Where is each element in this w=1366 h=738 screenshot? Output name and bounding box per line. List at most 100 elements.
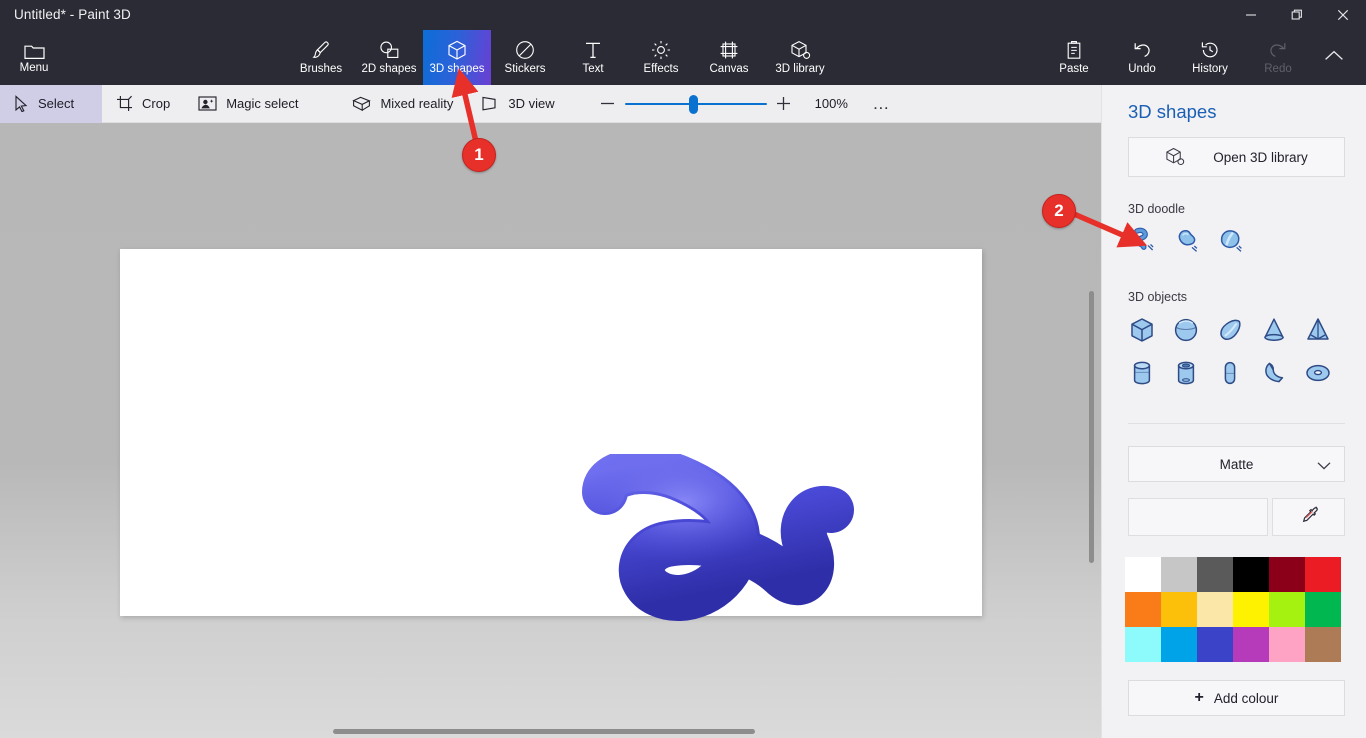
palette-swatch[interactable] xyxy=(1305,592,1341,627)
palette-swatch[interactable] xyxy=(1161,592,1197,627)
action-label: Paste xyxy=(1059,63,1088,76)
tab-3d-shapes[interactable]: 3D shapes xyxy=(423,30,491,85)
current-colour-swatch[interactable] xyxy=(1128,498,1268,536)
window-controls xyxy=(1228,0,1366,30)
canvas-icon xyxy=(719,39,739,61)
zoom-slider-thumb[interactable] xyxy=(689,95,698,114)
shape-cylinder-button[interactable] xyxy=(1120,351,1164,395)
shape-donut-button[interactable] xyxy=(1296,351,1340,395)
material-dropdown[interactable]: Matte xyxy=(1128,446,1345,482)
crop-icon xyxy=(116,95,133,112)
tab-canvas[interactable]: Canvas xyxy=(695,30,763,85)
action-label: Undo xyxy=(1128,63,1156,76)
shape-cube-button[interactable] xyxy=(1120,308,1164,352)
zoom-in-button[interactable] xyxy=(767,85,801,123)
palette-swatch[interactable] xyxy=(1233,592,1269,627)
panel-divider xyxy=(1128,423,1345,424)
shape-tube-button[interactable] xyxy=(1164,351,1208,395)
bent-tube-icon xyxy=(1260,359,1288,387)
open-3d-library-button[interactable]: Open 3D library xyxy=(1128,137,1345,177)
palette-swatch[interactable] xyxy=(1125,557,1161,592)
palette-swatch[interactable] xyxy=(1269,557,1305,592)
palette-swatch[interactable] xyxy=(1305,557,1341,592)
palette-swatch[interactable] xyxy=(1125,592,1161,627)
redo-button[interactable]: Redo xyxy=(1244,30,1312,85)
palette-swatch[interactable] xyxy=(1197,592,1233,627)
ribbon-tabs: Brushes 2D shapes 3D shapes Stickers xyxy=(287,30,837,85)
palette-swatch[interactable] xyxy=(1269,592,1305,627)
shape-sphere-button[interactable] xyxy=(1164,308,1208,352)
crop-tool-button[interactable]: Crop xyxy=(102,85,184,123)
tab-brushes[interactable]: Brushes xyxy=(287,30,355,85)
chevron-up-icon xyxy=(1324,49,1344,67)
window-title: Untitled* - Paint 3D xyxy=(14,7,131,22)
zoom-out-button[interactable] xyxy=(591,85,625,123)
restore-button[interactable] xyxy=(1274,0,1320,30)
3d-doodle-list xyxy=(1120,218,1252,262)
palette-swatch[interactable] xyxy=(1269,627,1305,662)
tube-icon xyxy=(1172,359,1200,387)
undo-icon xyxy=(1132,39,1152,61)
menu-label: Menu xyxy=(20,62,49,75)
close-button[interactable] xyxy=(1320,0,1366,30)
shape-pyramid-button[interactable] xyxy=(1296,308,1340,352)
palette-swatch[interactable] xyxy=(1125,627,1161,662)
tab-effects[interactable]: Effects xyxy=(627,30,695,85)
collapse-ribbon-button[interactable] xyxy=(1312,30,1356,85)
doodle-soft-edge-button[interactable] xyxy=(1164,218,1208,262)
title-bar: Untitled* - Paint 3D xyxy=(0,0,1366,30)
select-tool-button[interactable]: Select xyxy=(0,85,102,123)
more-options-button[interactable]: … xyxy=(865,85,899,123)
menu-button[interactable]: Menu xyxy=(8,30,60,85)
palette-swatch[interactable] xyxy=(1197,627,1233,662)
shape-capsule-button[interactable] xyxy=(1208,351,1252,395)
palette-swatch[interactable] xyxy=(1233,557,1269,592)
shape-bent-tube-button[interactable] xyxy=(1252,351,1296,395)
workspace[interactable] xyxy=(0,123,1101,738)
canvas-sheet[interactable] xyxy=(120,249,982,616)
3d-objects-row-2 xyxy=(1120,351,1340,395)
horizontal-scrollbar[interactable] xyxy=(333,729,755,734)
palette-swatch[interactable] xyxy=(1233,627,1269,662)
tab-label: Stickers xyxy=(505,63,546,76)
add-colour-button[interactable]: + Add colour xyxy=(1128,680,1345,716)
blue-3d-doodle-artwork[interactable] xyxy=(575,454,875,644)
minimize-button[interactable] xyxy=(1228,0,1274,30)
tab-2d-shapes[interactable]: 2D shapes xyxy=(355,30,423,85)
shape-cone-button[interactable] xyxy=(1252,308,1296,352)
cone-icon xyxy=(1260,316,1288,344)
zoom-slider[interactable] xyxy=(625,85,767,123)
tab-text[interactable]: Text xyxy=(559,30,627,85)
capsule-icon xyxy=(1216,359,1244,387)
palette-swatch[interactable] xyxy=(1197,557,1233,592)
donut-icon xyxy=(1304,359,1332,387)
select-tool-label: Select xyxy=(38,96,74,111)
shape-teardrop-button[interactable] xyxy=(1208,308,1252,352)
palette-swatch[interactable] xyxy=(1305,627,1341,662)
zoom-level-label: 100% xyxy=(815,96,855,111)
3d-library-icon xyxy=(1165,147,1185,167)
magic-select-label: Magic select xyxy=(226,96,298,111)
palette-swatch[interactable] xyxy=(1161,627,1197,662)
3d-view-button[interactable]: 3D view xyxy=(467,85,568,123)
eyedropper-button[interactable] xyxy=(1272,498,1345,536)
mixed-reality-button[interactable]: Mixed reality xyxy=(338,85,467,123)
magic-select-button[interactable]: Magic select xyxy=(184,85,312,123)
plus-icon: + xyxy=(1195,691,1204,705)
palette-swatch[interactable] xyxy=(1161,557,1197,592)
tab-3d-library[interactable]: 3D library xyxy=(763,30,837,85)
mixed-reality-icon xyxy=(352,95,371,112)
vertical-scrollbar[interactable] xyxy=(1089,291,1094,563)
doodle-tube-button[interactable] xyxy=(1208,218,1252,262)
panel-title: 3D shapes xyxy=(1128,101,1216,123)
history-button[interactable]: History xyxy=(1176,30,1244,85)
tab-stickers[interactable]: Stickers xyxy=(491,30,559,85)
paste-button[interactable]: Paste xyxy=(1040,30,1108,85)
tab-label: 3D library xyxy=(775,63,824,76)
crop-tool-label: Crop xyxy=(142,96,170,111)
add-colour-label: Add colour xyxy=(1214,691,1279,706)
teardrop-icon xyxy=(1216,316,1244,344)
undo-button[interactable]: Undo xyxy=(1108,30,1176,85)
sticker-icon xyxy=(515,39,535,61)
doodle-sharp-edge-button[interactable] xyxy=(1120,218,1164,262)
